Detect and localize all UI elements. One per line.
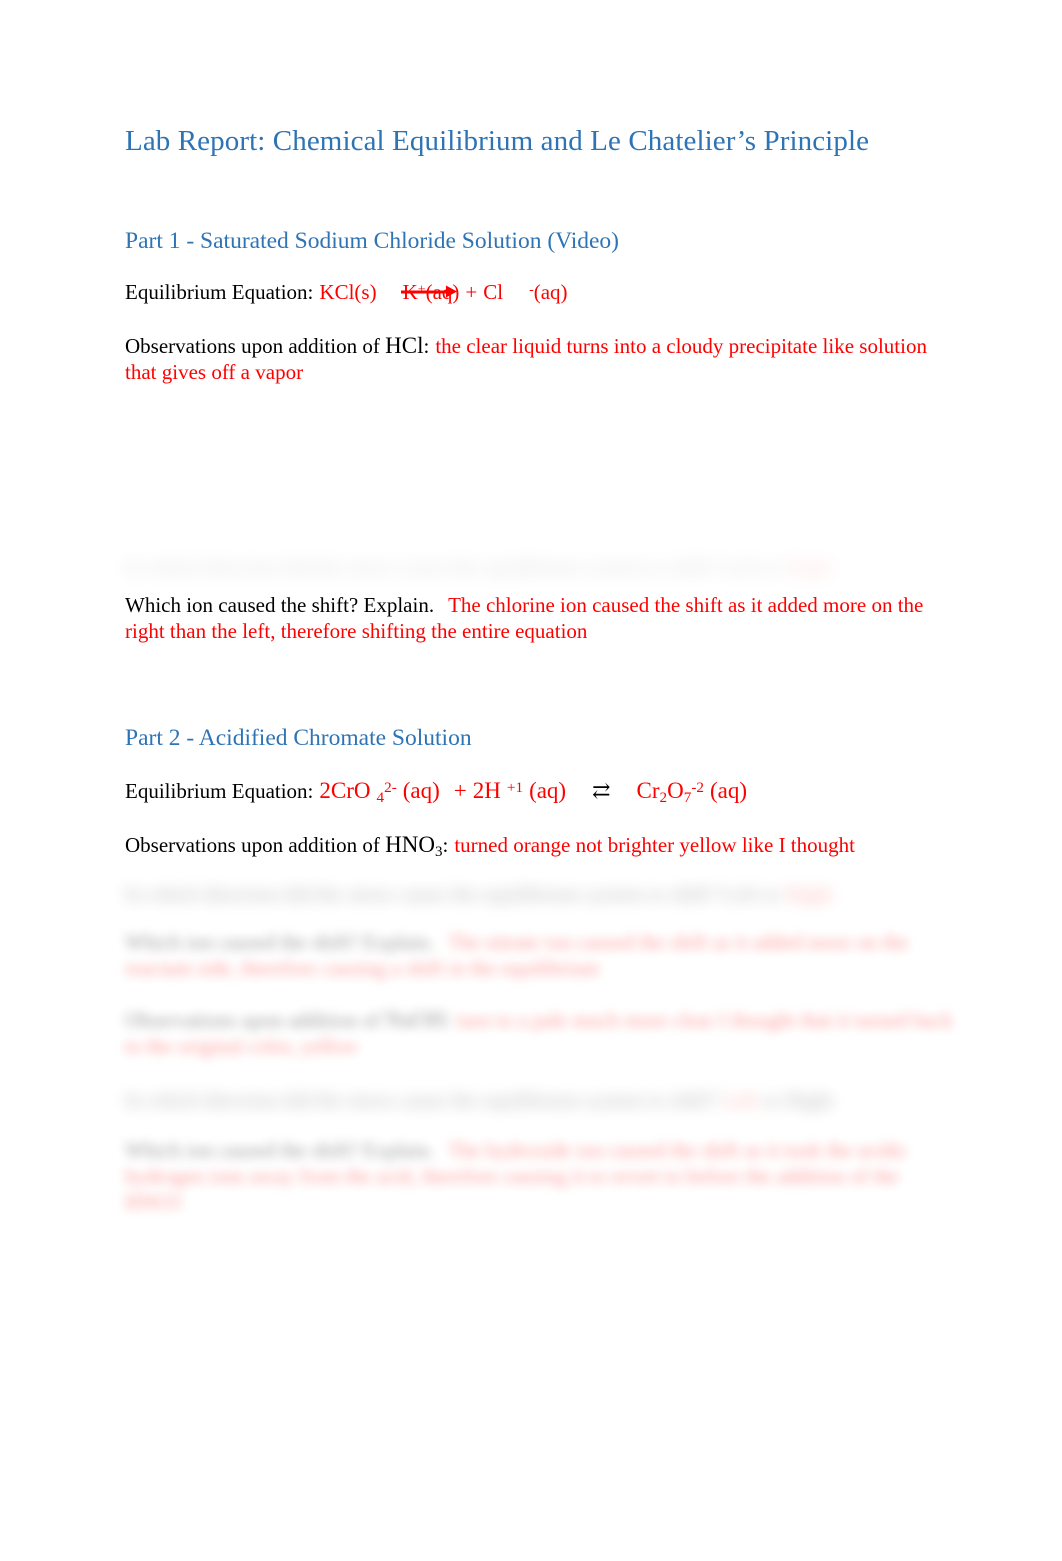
part2-observation-colon-a: : — [442, 833, 449, 857]
equilibrium-arrow-icon: ⇄ — [592, 778, 611, 803]
part1-product-1-symbol: K — [402, 279, 418, 304]
part2-direction-question-b-faded: In which direction did the stress cause … — [125, 1090, 955, 1120]
part1-observation-label: Observations upon addition of — [125, 333, 386, 358]
part2-observations-line-a: Observations upon addition of HNO3: turne… — [125, 804, 955, 859]
part1-direction-answer: Right — [785, 556, 833, 579]
part2-product-symbol-b: O — [667, 778, 684, 803]
part1-product-2-symbol: Cl — [483, 279, 504, 304]
part1-product-1-charge: + — [417, 280, 426, 296]
part2-block: Part 2 - Acidified Chromate Solution Equ… — [125, 724, 955, 859]
part1-equation-label: Equilibrium Equation: — [125, 279, 314, 304]
part2-reactant-1-state: (aq) — [402, 778, 440, 803]
part2-plus: + — [453, 778, 467, 803]
part2-product: Cr2O7-2 (aq) — [636, 778, 748, 806]
part1-plus: + — [465, 279, 478, 304]
part2-product-symbol-a: Cr — [636, 778, 660, 803]
part1-equilibrium-equation-line: Equilibrium Equation: KCl(s) K+(aq) + Cl -(aq… — [125, 255, 955, 305]
part2-observations-line-b-faded: Observations upon addition of NaOH: turn … — [125, 1010, 955, 1070]
part1-ion-line: Which ion caused the shift? Explain. The … — [125, 592, 955, 644]
part2-observation-reagent-a: HNO — [385, 832, 435, 857]
part2-reactant-1-subscript: 4 — [376, 788, 385, 806]
part1-arrow-and-products: K+(aq) — [400, 279, 460, 305]
part2-reactant-2-state: (aq) — [529, 778, 567, 803]
part2-direction-answer-b: Left — [722, 1090, 758, 1112]
part2-reactant-1-charge: 2- — [384, 778, 397, 796]
part1-reactant: KCl(s) — [319, 279, 377, 304]
part2-ion-question-a: Which ion caused the shift? Explain. — [125, 932, 435, 954]
part2-direction-question-b-post: or Right — [763, 1090, 834, 1112]
page-title: Lab Report: Chemical Equilibrium and Le … — [125, 125, 870, 157]
part1-product-2-state: (aq) — [533, 279, 568, 304]
part1-direction-question-faded: In which direction did the stress cause … — [125, 556, 955, 582]
section-heading-part-2: Part 2 - Acidified Chromate Solution — [125, 725, 472, 751]
part1-product-1-state: (aq) — [425, 279, 460, 304]
part2-reactant-2: 2H +1 (aq) — [473, 778, 566, 803]
part1-direction-question: In which direction did the stress cause … — [125, 556, 780, 579]
part1-observation-reagent: HCl — [385, 332, 424, 358]
part1-ion-block: Which ion caused the shift? Explain. The … — [125, 592, 955, 644]
document-page: Lab Report: Chemical Equilibrium and Le … — [0, 0, 1062, 1561]
part2-observation-label-a: Observations upon addition of — [125, 833, 386, 857]
part2-observation-label-b: Observations upon addition of — [125, 1010, 386, 1032]
part2-reactant-2-charge: +1 — [506, 778, 524, 796]
document-content: Lab Report: Chemical Equilibrium and Le … — [125, 0, 955, 385]
part2-ion-question-b: Which ion caused the shift? Explain. — [125, 1140, 435, 1162]
part2-ion-question-a-faded: Which ion caused the shift? Explain. The … — [125, 932, 955, 992]
part2-product-state: (aq) — [709, 778, 748, 803]
part1-ion-question: Which ion caused the shift? Explain. — [125, 593, 435, 617]
part1-product-1: K+(aq) — [403, 280, 460, 304]
part1-observation-colon: : — [423, 333, 430, 358]
part2-ion-question-b-faded: Which ion caused the shift? Explain. The … — [125, 1140, 955, 1230]
part2-reactant-1: 2CrO 42- (aq) — [319, 778, 440, 806]
part2-direction-question-a: In which direction did the stress cause … — [125, 884, 780, 906]
part2-equilibrium-equation-line: Equilibrium Equation: 2CrO 42- (aq) +2H +1 (aq… — [125, 752, 955, 806]
part2-product-charge: -2 — [691, 778, 704, 796]
part1-observations-line: Observations upon addition of HCl: the cl… — [125, 305, 955, 385]
part2-direction-question-a-faded: In which direction did the stress cause … — [125, 884, 955, 914]
part2-direction-question-b-pre: In which direction did the stress cause … — [125, 1090, 717, 1112]
section-heading-part-1: Part 1 - Saturated Sodium Chloride Solut… — [125, 227, 619, 254]
part2-observation-colon-b: : — [445, 1010, 452, 1032]
part2-observation-reagent-b: NaOH — [385, 1010, 446, 1032]
part2-observation-answer-a: turned orange not brighter yellow like I… — [454, 833, 855, 857]
part2-reactant-2-symbol: 2H — [472, 778, 501, 803]
part2-reactant-1-symbol: 2CrO — [319, 778, 371, 803]
part2-direction-answer-a: Right — [785, 884, 833, 906]
part2-product-subscript-a: 2 — [659, 788, 668, 806]
part2-equation-label: Equilibrium Equation: — [125, 779, 314, 803]
